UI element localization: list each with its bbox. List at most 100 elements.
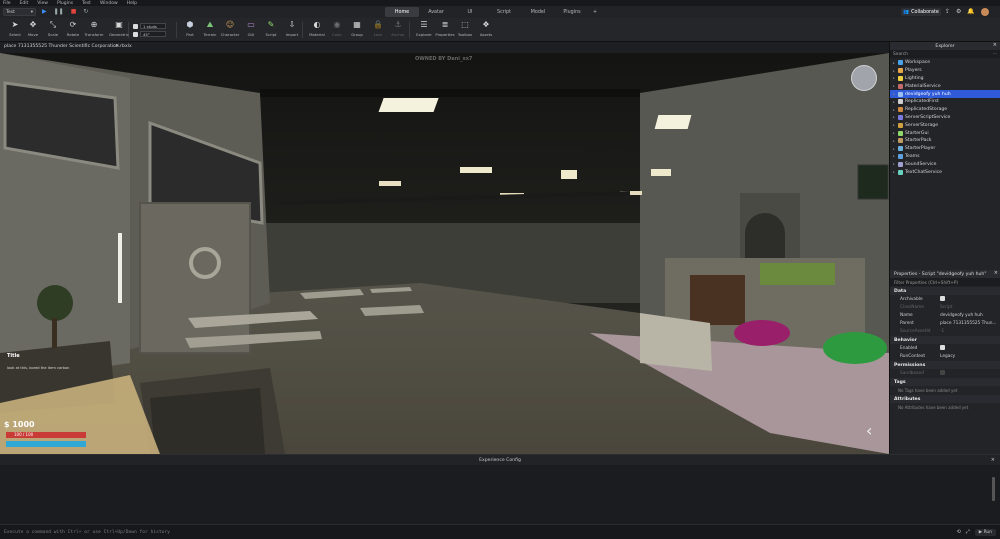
explorer-item-serverstorage[interactable]: ▸ ServerStorage xyxy=(890,121,1000,129)
game-viewport[interactable]: OWNED BY Deni_xx7 Title look at this, bo… xyxy=(0,53,889,454)
prop-parent[interactable]: Parent place 7131355525 Thun... xyxy=(890,319,1000,327)
tab-ui[interactable]: UI xyxy=(453,7,487,17)
add-tab-button[interactable]: + xyxy=(589,7,601,17)
prop-enabled[interactable]: Enabled xyxy=(890,344,1000,352)
command-input[interactable]: Execute a command with Ctrl+ or use Ctrl… xyxy=(0,530,957,535)
explorer-item-devidgeofy-yuh-huh[interactable]: ▸ devidgeofy yuh huh xyxy=(890,90,1000,98)
explorer-tool-button[interactable]: ☰ Explorer xyxy=(413,20,435,40)
explorer-item-textchatservice[interactable]: ▸ TextChatService xyxy=(890,168,1000,176)
refresh-icon[interactable]: ↻ xyxy=(83,8,88,15)
explorer-item-workspace[interactable]: ▸ Workspace xyxy=(890,59,1000,67)
move-tool-button[interactable]: ✥ Move xyxy=(22,20,44,40)
anchor-tool-button[interactable]: ⚓ Anchor xyxy=(387,20,409,40)
history-icon[interactable]: ⟲ xyxy=(957,529,961,535)
explorer-item-teams[interactable]: ▸ Teams xyxy=(890,153,1000,161)
assets-tool-button[interactable]: ❖ Assets xyxy=(475,20,497,40)
collaborate-button[interactable]: 👥 Collaborate xyxy=(901,8,941,16)
rotate-tool-button[interactable]: ⟳ Rotate xyxy=(62,20,84,40)
section-data[interactable]: Data xyxy=(890,287,1000,295)
explorer-item-players[interactable]: ▸ Players xyxy=(890,67,1000,75)
bell-icon[interactable]: 🔔 xyxy=(967,8,974,16)
service-icon xyxy=(898,122,903,128)
explorer-item-starterpack[interactable]: ▸ StarterPack xyxy=(890,137,1000,145)
menu-item-test[interactable]: Test xyxy=(82,1,91,6)
tab-script[interactable]: Script xyxy=(487,7,521,17)
section-behavior[interactable]: Behavior xyxy=(890,336,1000,344)
explorer-item-lighting[interactable]: ▸ Lighting xyxy=(890,75,1000,83)
transform-tool-button[interactable]: ⊕ Transform xyxy=(83,20,105,40)
play-icon[interactable]: ▶ xyxy=(42,8,47,15)
menu-item-edit[interactable]: Edit xyxy=(20,1,29,6)
snap-rotate-checkbox[interactable] xyxy=(133,31,138,37)
gui-tool-button[interactable]: ▭ GUI xyxy=(240,20,262,40)
explorer-item-starterplayer[interactable]: ▸ StarterPlayer xyxy=(890,145,1000,153)
tab-model[interactable]: Model xyxy=(521,7,555,17)
prop-runcontext[interactable]: RunContext Legacy xyxy=(890,352,1000,360)
close-icon[interactable]: × xyxy=(115,43,119,49)
prop-archivable[interactable]: Archivable xyxy=(890,295,1000,303)
archivable-checkbox[interactable] xyxy=(940,295,945,301)
properties-tool-button[interactable]: ≣ Properties xyxy=(434,20,456,40)
close-icon[interactable]: × xyxy=(994,270,998,276)
tab-plugins[interactable]: Plugins xyxy=(555,7,589,17)
pause-icon[interactable]: ❚❚ xyxy=(54,8,64,15)
settings-icon[interactable]: ⚙ xyxy=(956,8,961,16)
menu-item-view[interactable]: View xyxy=(37,1,48,6)
terrain-tool-button[interactable]: ⛰ Terrain xyxy=(199,20,221,40)
properties-filter-input[interactable]: Filter Properties (Ctrl+Shift+P) xyxy=(890,278,1000,286)
prop-value[interactable]: Legacy xyxy=(940,354,955,359)
tab-avatar[interactable]: Avatar xyxy=(419,7,453,17)
menu-item-help[interactable]: Help xyxy=(127,1,137,6)
script-icon: ✎ xyxy=(267,20,275,29)
scrollbar[interactable] xyxy=(991,469,996,523)
tags-empty-note: No Tags have been added yet xyxy=(898,387,958,393)
avatar[interactable] xyxy=(980,8,989,16)
material-tool-button[interactable]: ◐ Material xyxy=(306,20,328,40)
close-icon[interactable]: × xyxy=(993,42,997,48)
prop-value[interactable]: devidgeofy yuh huh xyxy=(940,313,983,318)
snap-rotate-field[interactable]: 45° xyxy=(140,31,166,37)
toolbox-icon: ⬚ xyxy=(461,20,469,29)
explorer-item-replicatedfirst[interactable]: ▸ ReplicatedFirst xyxy=(890,98,1000,106)
section-tags[interactable]: Tags xyxy=(890,378,1000,386)
prop-name[interactable]: Name devidgeofy yuh huh xyxy=(890,311,1000,319)
menu-item-window[interactable]: Window xyxy=(100,1,118,6)
section-permissions[interactable]: Permissions xyxy=(890,361,1000,369)
toolbox-tool-button[interactable]: ⬚ Toolbox xyxy=(454,20,476,40)
prop-key: Name xyxy=(900,312,913,318)
group-tool-button[interactable]: ▦ Group xyxy=(346,20,368,40)
snap-move-field[interactable]: 1 studs xyxy=(140,23,166,29)
explorer-item-serverscriptservice[interactable]: ▸ ServerScriptService xyxy=(890,114,1000,122)
run-button[interactable]: ▶ Run xyxy=(974,528,996,536)
explorer-item-startergui[interactable]: ▸ StarterGui xyxy=(890,129,1000,137)
menu-item-plugins[interactable]: Plugins xyxy=(57,1,73,6)
explorer-item-soundservice[interactable]: ▸ SoundService xyxy=(890,160,1000,168)
section-attributes[interactable]: Attributes xyxy=(890,395,1000,403)
explorer-item-materialservice[interactable]: ▸ MaterialService xyxy=(890,82,1000,90)
expand-icon[interactable]: ⤢ xyxy=(966,529,970,535)
menu-item-file[interactable]: File xyxy=(3,1,11,6)
filter-icon[interactable]: ⋯ xyxy=(993,52,997,57)
character-tool-button[interactable]: ☺ Character xyxy=(219,20,241,40)
snap-move-checkbox[interactable] xyxy=(133,23,138,29)
close-icon[interactable]: × xyxy=(991,457,995,463)
mode-dropdown[interactable]: Test ▾ xyxy=(3,8,36,16)
script-tool-button[interactable]: ✎ Script xyxy=(260,20,282,40)
part-tool-button[interactable]: ⬢ Part xyxy=(179,20,201,40)
color-tool-button[interactable]: ◉ Color xyxy=(326,20,348,40)
explorer-search-input[interactable]: Search ⋯ xyxy=(890,50,1000,58)
tab-home[interactable]: Home xyxy=(385,7,419,17)
share-icon[interactable]: ⇪ xyxy=(945,8,950,16)
lock-tool-button[interactable]: 🔒 Lock xyxy=(367,20,389,40)
import-tool-button[interactable]: ⇩ Import xyxy=(281,20,303,40)
explorer-item-replicatedstorage[interactable]: ▸ ReplicatedStorage xyxy=(890,106,1000,114)
scale-tool-button[interactable]: ⤡ Scale xyxy=(42,20,64,40)
prop-value[interactable]: place 7131355525 Thun... xyxy=(940,321,997,326)
geometric-tool-button[interactable]: ▣ Geometric xyxy=(108,20,130,40)
scrollbar-thumb[interactable] xyxy=(992,477,995,501)
chevron-left-icon[interactable]: ‹ xyxy=(866,421,872,440)
view-orientation-gizmo[interactable] xyxy=(851,65,877,91)
stop-icon[interactable]: ■ xyxy=(71,8,77,15)
enabled-checkbox[interactable] xyxy=(940,344,945,350)
document-tab[interactable]: place 7131355525 Thunder Scientific Corp… xyxy=(4,44,132,49)
